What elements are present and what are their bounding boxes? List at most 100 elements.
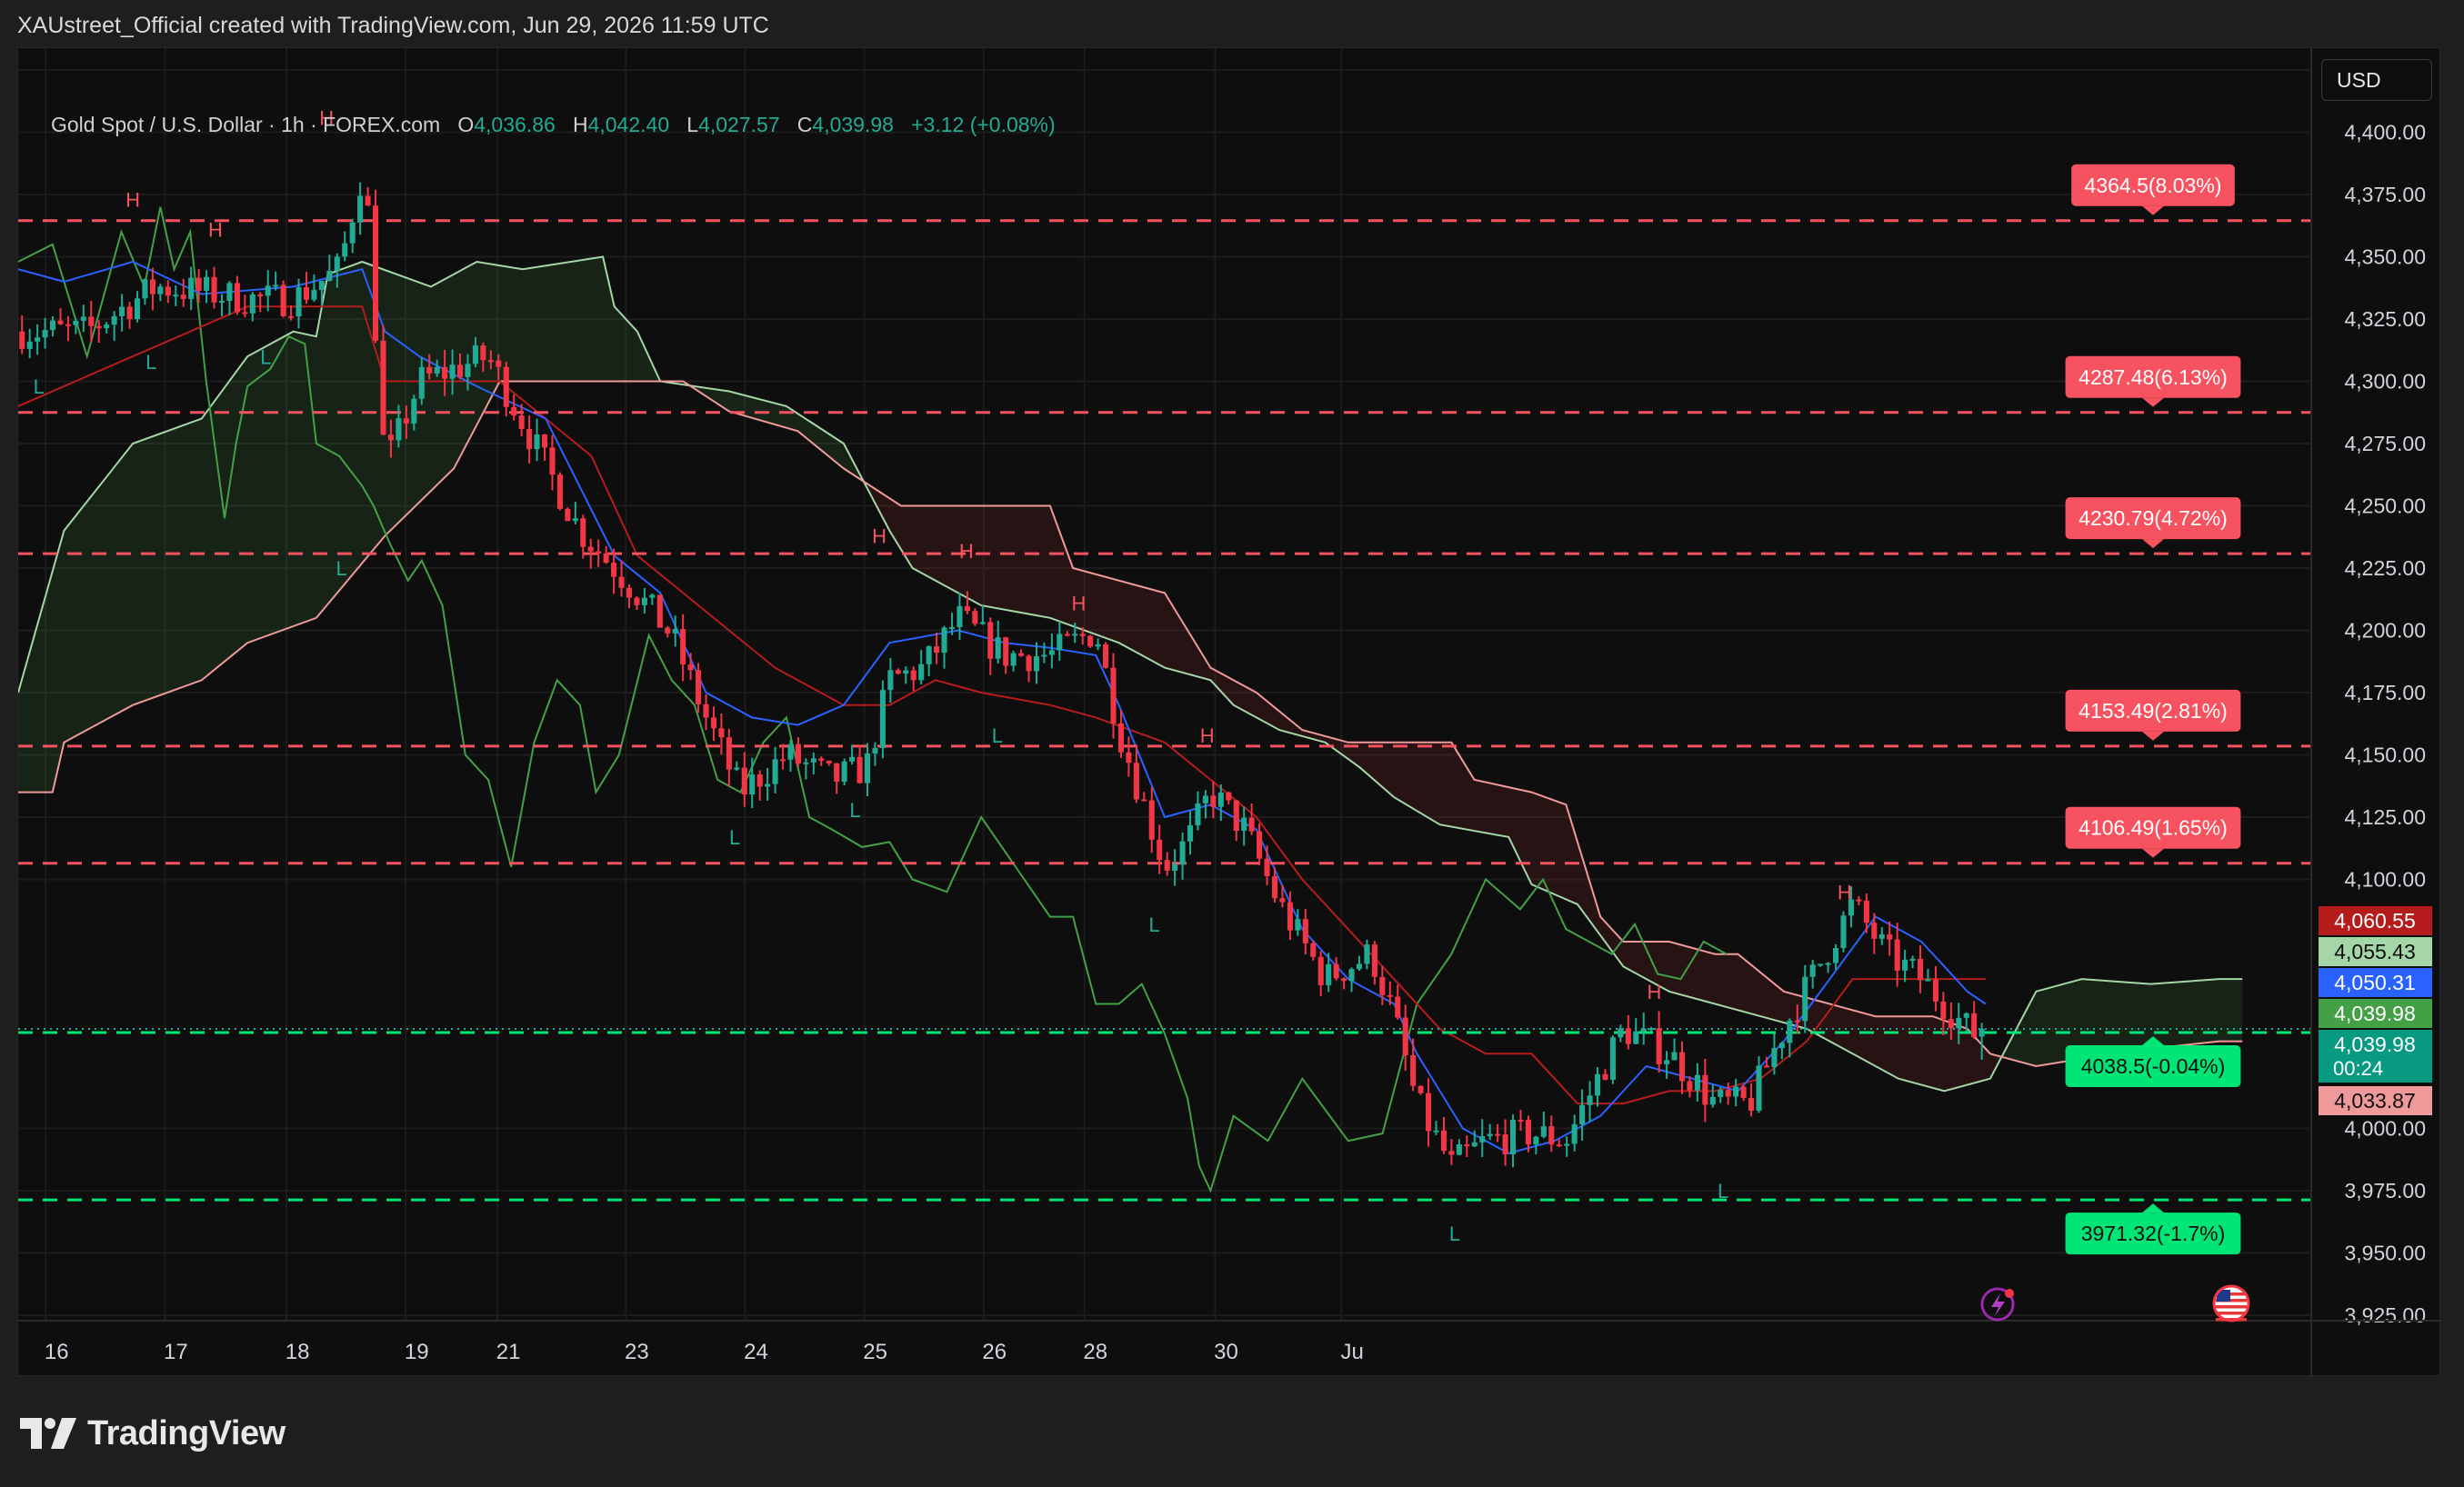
candle [1640, 1013, 1647, 1045]
candle [149, 267, 155, 311]
candle [910, 666, 916, 692]
candle-body [910, 670, 916, 681]
y-tick-label: 4,400.00 [2344, 121, 2426, 145]
candle-body [810, 758, 816, 763]
candle-body [618, 576, 625, 588]
candle-body [265, 285, 271, 296]
candle-body [1771, 1048, 1778, 1067]
currency-selector[interactable]: USD [2321, 59, 2432, 101]
candle [1671, 1038, 1678, 1061]
candle-body [549, 447, 556, 475]
candle [826, 760, 832, 766]
candle [1103, 642, 1109, 669]
price-badge-value: 4,060.55 [2334, 909, 2416, 933]
candle-body [964, 605, 970, 612]
candle [1317, 951, 1324, 997]
candle [926, 645, 932, 676]
candle-body [1202, 795, 1208, 803]
candle-body [1148, 800, 1155, 840]
candle [526, 415, 533, 464]
candle-body [1126, 752, 1132, 763]
y-tick-label: 4,275.00 [2344, 432, 2426, 455]
level-label-text: 4364.5(8.03%) [2085, 174, 2222, 197]
candle [357, 182, 364, 235]
candle-body [1540, 1126, 1547, 1137]
candle [656, 594, 663, 628]
candle [1110, 653, 1117, 739]
candle [1825, 962, 1831, 973]
candle-body [1894, 939, 1900, 971]
candle-body [311, 290, 317, 300]
symbol-legend[interactable]: Gold Spot / U.S. Dollar · 1h · FOREX.com… [51, 113, 1056, 137]
candle-body [665, 627, 671, 634]
candle [119, 294, 125, 332]
candle [1048, 633, 1055, 669]
price-badges: 4,060.554,055.434,050.314,039.984,039.98… [2319, 906, 2432, 1115]
candle-body [1195, 803, 1201, 826]
candle-body [1233, 800, 1239, 832]
candle-body [1533, 1136, 1539, 1145]
candle [580, 514, 586, 559]
pivot-high-label: H [208, 219, 223, 242]
candle-body [35, 337, 41, 342]
pivot-high-label: H [1200, 724, 1215, 747]
candle [1902, 949, 1908, 983]
candle [1417, 1085, 1424, 1095]
candle-body [1326, 963, 1332, 985]
candle-body [1187, 825, 1194, 842]
candle-body [1856, 899, 1862, 902]
candle-body [641, 597, 647, 605]
candle-body [1640, 1028, 1647, 1032]
candle [1818, 963, 1824, 967]
candle [1971, 1001, 1978, 1039]
candle-body [496, 360, 502, 367]
candle [1141, 792, 1147, 802]
change-value: +3.12 (+0.08%) [911, 113, 1056, 136]
candle-body [1833, 948, 1839, 963]
candle-body [1348, 969, 1355, 982]
candle [1878, 927, 1885, 945]
candle-body [1226, 792, 1232, 801]
candle-body [1878, 933, 1885, 939]
candle-body [357, 195, 364, 223]
candle [1917, 945, 1924, 993]
us-flag-icon[interactable] [2212, 1284, 2250, 1322]
candle-body [1217, 792, 1224, 807]
candle-body [541, 434, 548, 448]
candle [941, 625, 947, 669]
candle-body [1625, 1028, 1631, 1044]
price-badge-value: 4,033.87 [2334, 1089, 2416, 1113]
candle [1894, 923, 1900, 987]
x-tick-label: 25 [863, 1340, 887, 1364]
candle [680, 614, 686, 682]
candle-body [556, 474, 563, 509]
tradingview-logo-icon [20, 1418, 76, 1449]
pivot-low-label: L [1449, 1223, 1460, 1245]
candle-body [195, 277, 202, 291]
candle-body [526, 428, 533, 450]
candle-body [380, 340, 386, 435]
chart-area[interactable]: HHHLLLLHHHLLLHLHLLH 4,425.004,400.004,37… [17, 47, 2441, 1377]
candle-body [656, 594, 663, 628]
pivot-high-label: H [872, 525, 886, 548]
candle-body [1971, 1013, 1978, 1038]
candle [1448, 1139, 1455, 1165]
candle-body [734, 767, 740, 770]
x-tick-label: 24 [744, 1340, 768, 1364]
candle [1840, 911, 1847, 953]
candle-body [1072, 634, 1078, 636]
candle-body [1079, 634, 1086, 636]
candle-body [841, 761, 847, 783]
candle-body [903, 670, 909, 674]
price-badge-value: 4,050.31 [2334, 971, 2416, 994]
candle [80, 304, 86, 333]
chart-svg[interactable]: HHHLLLLHHHLLLHLHLLH 4,425.004,400.004,37… [18, 48, 2441, 1377]
candle-body [1210, 795, 1217, 807]
candle [1126, 736, 1132, 777]
candle [534, 418, 540, 462]
level-label-text: 4153.49(2.81%) [2078, 699, 2228, 723]
candle [180, 278, 186, 307]
candle [1172, 849, 1178, 886]
tradingview-logo[interactable]: TradingView [20, 1411, 285, 1456]
candle-body [1602, 1073, 1608, 1081]
